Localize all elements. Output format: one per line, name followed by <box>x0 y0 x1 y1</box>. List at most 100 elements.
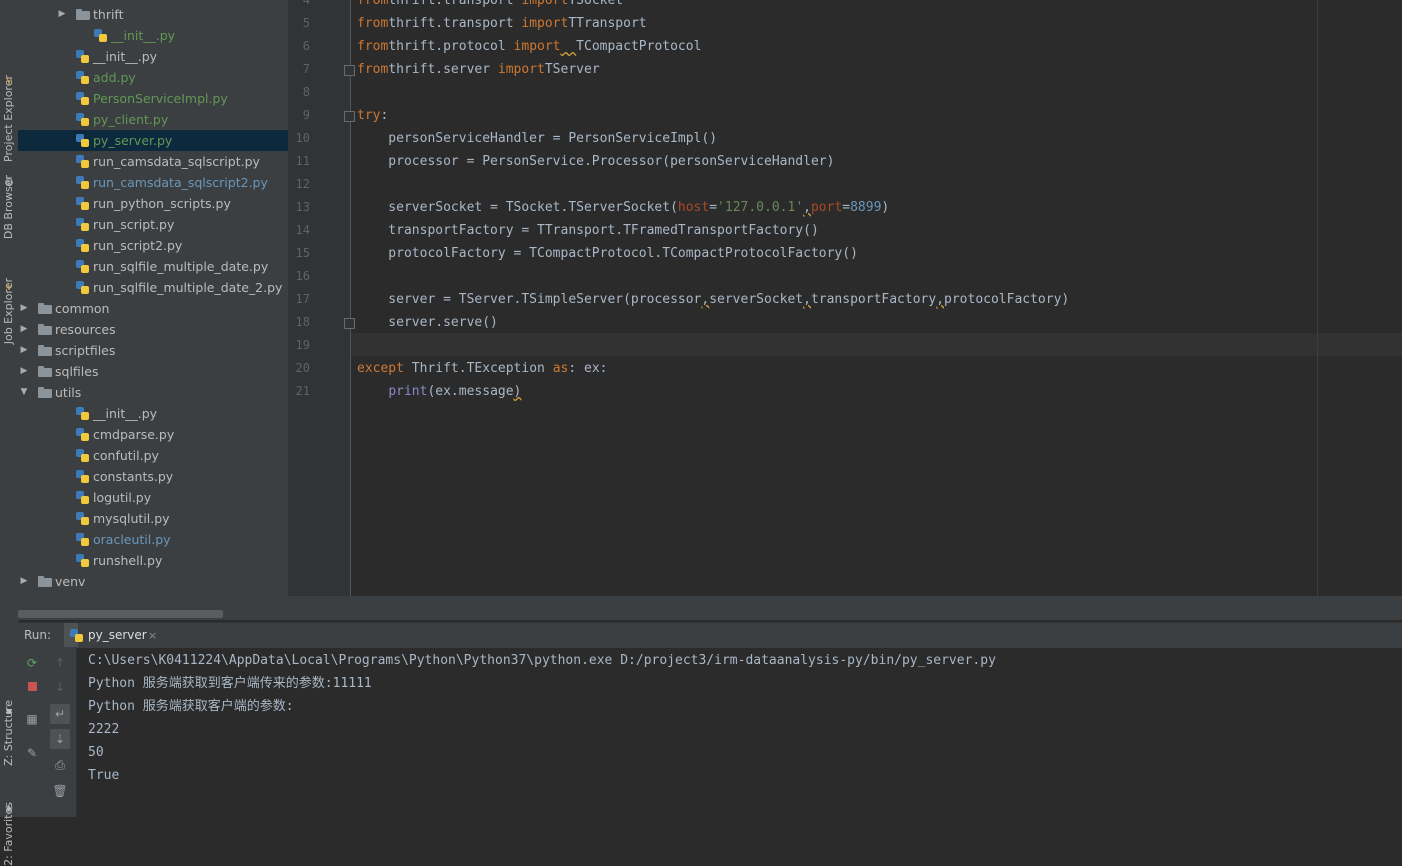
code-line: try: <box>357 104 388 127</box>
print-icon[interactable]: ⎙ <box>50 755 70 775</box>
tree-file[interactable]: run_script.py <box>18 214 288 235</box>
tree-folder[interactable]: ▼ utils <box>18 382 288 403</box>
soft-wrap-icon[interactable]: ↵ <box>50 704 70 724</box>
code-token: transportFactory <box>810 292 937 307</box>
tree-item-label: common <box>55 301 110 316</box>
tree-file[interactable]: run_python_scripts.py <box>18 193 288 214</box>
project-tree-scrollbar[interactable] <box>18 610 223 618</box>
code-token: from <box>357 62 389 77</box>
side-tab-job-explorer[interactable]: Job Explorer ⋎ <box>0 200 18 344</box>
tree-item-label: runshell.py <box>93 553 163 568</box>
tree-item-label: run_python_scripts.py <box>93 196 231 211</box>
tree-file[interactable]: run_camsdata_sqlscript.py <box>18 151 288 172</box>
tree-file[interactable]: cmdparse.py <box>18 424 288 445</box>
expand-arrow-icon[interactable]: ▶ <box>57 4 67 25</box>
folder-icon <box>38 576 52 587</box>
tree-file[interactable]: runshell.py <box>18 550 288 571</box>
code-token: TSocket <box>568 0 624 8</box>
tree-folder[interactable]: ▶ sqlfiles <box>18 361 288 382</box>
tree-folder[interactable]: ▶ scriptfiles <box>18 340 288 361</box>
tree-file[interactable]: add.py <box>18 67 288 88</box>
code-line: serverSocket = TSocket.TServerSocket(hos… <box>357 196 889 219</box>
fold-marker-icon[interactable] <box>344 111 355 122</box>
stop-icon[interactable] <box>22 677 42 697</box>
code-line: transportFactory = TTransport.TFramedTra… <box>357 219 818 242</box>
line-number: 13 <box>295 200 310 214</box>
code-token: from <box>357 16 389 31</box>
tree-file[interactable]: run_sqlfile_multiple_date_2.py <box>18 277 288 298</box>
expand-arrow-icon[interactable]: ▶ <box>19 340 29 361</box>
line-number: 10 <box>295 131 310 145</box>
fold-marker-icon[interactable] <box>344 318 355 329</box>
run-panel: Run: py_server × ⟳ ▦ ✎ ↑ ↓ ↵ ⇣ ⎙ 🗑 C:\Us… <box>18 622 1402 817</box>
tree-item-label: scriptfiles <box>55 343 116 358</box>
tree-file[interactable]: __init__.py <box>18 403 288 424</box>
code-token: thrift.transport <box>388 0 522 8</box>
run-tab-py-server[interactable]: py_server × <box>64 623 157 648</box>
side-tab-favorites[interactable]: 2: Favorites ★ <box>0 730 18 866</box>
tree-file[interactable]: run_sqlfile_multiple_date.py <box>18 256 288 277</box>
tree-file[interactable]: oracleutil.py <box>18 529 288 550</box>
code-line: protocolFactory = TCompactProtocol.TComp… <box>357 242 858 265</box>
tree-item-label: constants.py <box>93 469 174 484</box>
tree-file[interactable]: py_client.py <box>18 109 288 130</box>
side-tab-project-explorer[interactable]: Project Explorer ⋎ <box>0 0 18 162</box>
python-file-icon <box>94 29 107 42</box>
tree-file[interactable]: __init__.py <box>18 46 288 67</box>
tree-file[interactable]: __init__.py <box>18 25 288 46</box>
python-file-icon <box>76 50 89 63</box>
expand-arrow-icon[interactable]: ▶ <box>19 571 29 592</box>
tree-item-label: run_script2.py <box>93 238 183 253</box>
code-token: (ex.message <box>427 384 514 399</box>
code-line: fromthrift.protocol import TCompactProto… <box>357 35 701 58</box>
trash-icon[interactable]: 🗑 <box>50 781 70 801</box>
tree-folder[interactable]: ▶ common <box>18 298 288 319</box>
tree-file[interactable]: mysqlutil.py <box>18 508 288 529</box>
pin-icon[interactable]: ✎ <box>22 743 42 763</box>
tree-item-label: py_client.py <box>93 112 169 127</box>
code-editor[interactable]: 4 fromthrift.transport importTSocket 5 from… <box>288 0 1402 596</box>
down-arrow-icon[interactable]: ↓ <box>50 677 70 697</box>
code-token: except <box>357 361 404 376</box>
python-file-icon <box>76 407 89 420</box>
expand-arrow-icon[interactable]: ▶ <box>19 319 29 340</box>
expand-arrow-open-icon[interactable]: ▼ <box>19 382 29 403</box>
expand-arrow-icon[interactable]: ▶ <box>19 361 29 382</box>
code-token: as <box>552 361 569 376</box>
tree-file[interactable]: py_server.py <box>18 130 288 151</box>
tree-folder[interactable]: ▶ venv <box>18 571 288 592</box>
rerun-icon[interactable]: ⟳ <box>22 653 42 673</box>
tree-file[interactable]: run_camsdata_sqlscript2.py <box>18 172 288 193</box>
python-file-icon <box>76 134 89 147</box>
up-arrow-icon[interactable]: ↑ <box>50 653 70 673</box>
python-file-icon <box>76 512 89 525</box>
tree-file[interactable]: PersonServiceImpl.py <box>18 88 288 109</box>
line-number: 4 <box>302 0 310 7</box>
tree-item-label: thrift <box>93 7 124 22</box>
project-tree[interactable]: ▶ thrift __init__.py __init__.py add.py Perso… <box>18 0 288 620</box>
side-tab-db-browser[interactable]: DB Browser ◎ <box>0 100 18 239</box>
python-file-icon <box>76 428 89 441</box>
code-token: from <box>357 39 389 54</box>
python-file-icon <box>76 554 89 567</box>
tree-folder[interactable]: ▶ resources <box>18 319 288 340</box>
expand-arrow-icon[interactable]: ▶ <box>19 298 29 319</box>
line-number: 15 <box>295 246 310 260</box>
line-number: 6 <box>302 39 310 53</box>
tree-folder[interactable]: ▶ thrift <box>18 4 288 25</box>
close-icon[interactable]: × <box>148 623 157 648</box>
line-number: 16 <box>295 269 310 283</box>
tree-file[interactable]: constants.py <box>18 466 288 487</box>
tree-file[interactable]: run_script2.py <box>18 235 288 256</box>
layout-icon[interactable]: ▦ <box>22 709 42 729</box>
tree-file[interactable]: confutil.py <box>18 445 288 466</box>
code-token: serverSocket = TSocket.TServerSocket( <box>357 200 678 215</box>
side-tab-structure[interactable]: Z: Structure ▪ <box>0 630 18 766</box>
code-token: 8899 <box>850 200 882 215</box>
tree-file[interactable]: logutil.py <box>18 487 288 508</box>
code-token: TServer <box>544 62 600 77</box>
console-line: Python 服务端获取客户端的参数: <box>88 699 294 714</box>
scroll-to-end-icon[interactable]: ⇣ <box>50 729 70 749</box>
fold-marker-icon[interactable] <box>344 65 355 76</box>
console-line: 50 <box>88 745 104 760</box>
